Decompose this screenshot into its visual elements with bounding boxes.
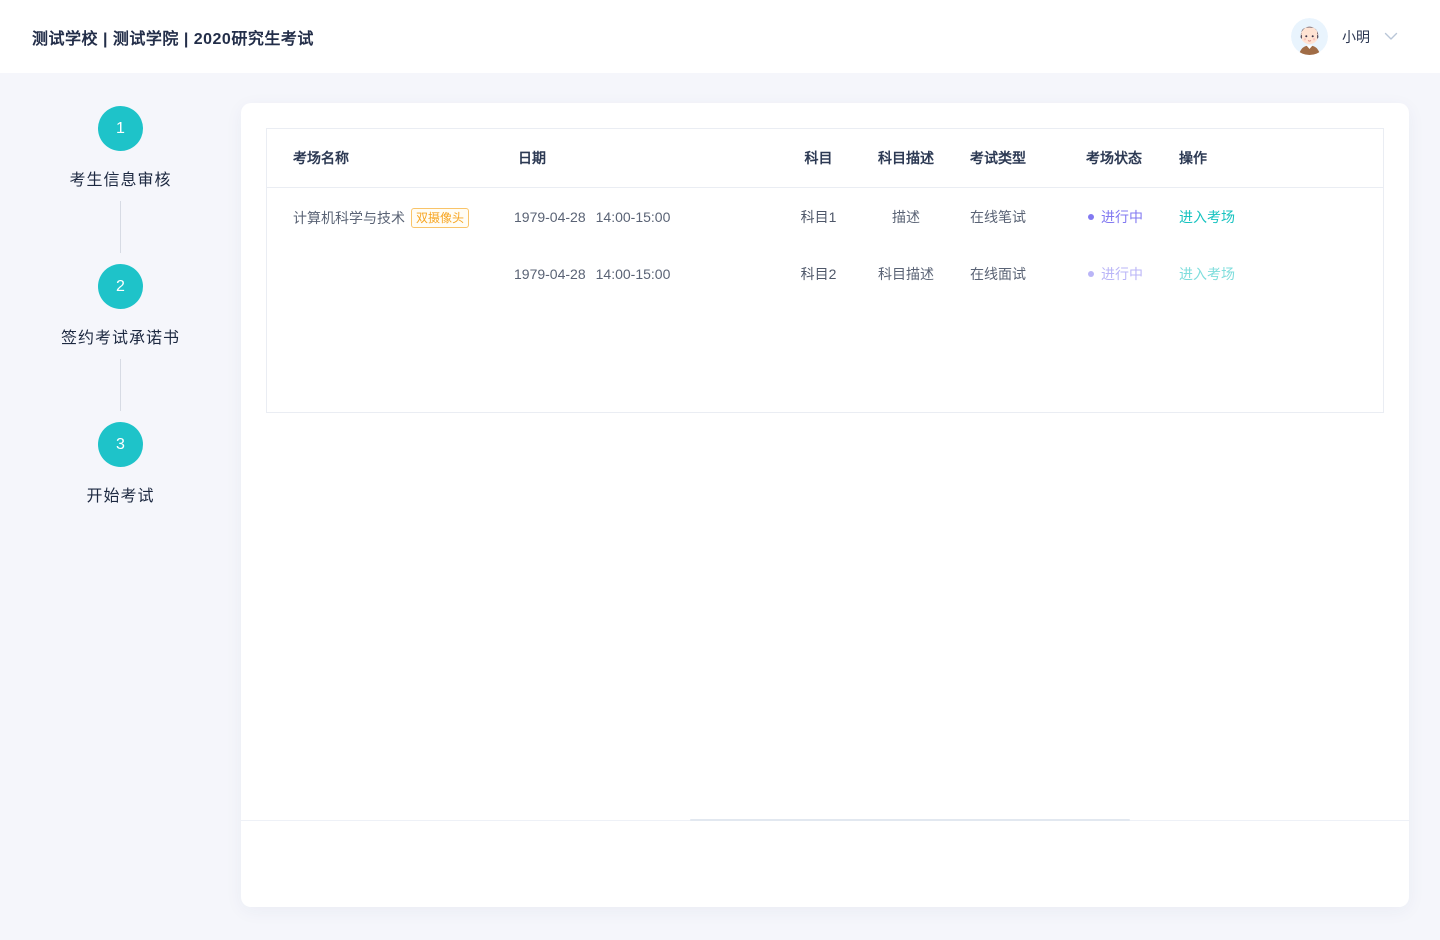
enter-exam-link[interactable]: 进入考场 <box>1179 209 1235 225</box>
subject: 科目2 <box>781 264 856 284</box>
column-header-action: 操作 <box>1169 148 1383 168</box>
exam-list-card: 考场名称 日期 科目 科目描述 考试类型 考场状态 操作 计算机科学与技术双摄像… <box>241 103 1409 907</box>
exam-type: 在线笔试 <box>956 207 1076 227</box>
horizontal-scrollbar-thumb[interactable] <box>690 819 1130 821</box>
exam-table: 考场名称 日期 科目 科目描述 考试类型 考场状态 操作 计算机科学与技术双摄像… <box>266 128 1384 413</box>
status-text: 进行中 <box>1101 264 1143 284</box>
session-date: 1979-04-28 14:00-15:00 <box>506 209 781 225</box>
session-row-1: 1979-04-28 14:00-15:00 科目1 描述 在线笔试 进行中 进… <box>506 188 1383 245</box>
user-name: 小明 <box>1342 27 1370 47</box>
status-badge: 进行中 <box>1076 264 1169 284</box>
status-dot-icon <box>1088 271 1094 277</box>
step-2-circle: 2 <box>98 264 143 309</box>
exam-type: 在线面试 <box>956 264 1076 284</box>
date-value: 1979-04-28 <box>514 266 586 282</box>
table-row: 计算机科学与技术双摄像头 1979-04-28 14:00-15:00 科目1 … <box>267 188 1383 302</box>
step-3-circle: 3 <box>98 422 143 467</box>
subject-desc: 描述 <box>856 207 956 227</box>
dual-camera-badge: 双摄像头 <box>411 208 469 228</box>
step-1-circle: 1 <box>98 106 143 151</box>
avatar-boy-icon <box>1291 18 1328 55</box>
step-3-label: 开始考试 <box>86 482 154 506</box>
action-cell: 进入考场 <box>1169 207 1383 227</box>
exam-table-header: 考场名称 日期 科目 科目描述 考试类型 考场状态 操作 <box>267 129 1383 188</box>
column-header-room-status: 考场状态 <box>1076 148 1169 168</box>
exam-room-name-cell: 计算机科学与技术双摄像头 <box>267 188 506 302</box>
column-header-subject-desc: 科目描述 <box>856 148 956 168</box>
chevron-down-icon <box>1384 32 1398 41</box>
subject: 科目1 <box>781 207 856 227</box>
status-badge: 进行中 <box>1076 207 1169 227</box>
session-date: 1979-04-28 14:00-15:00 <box>506 266 781 282</box>
app-header: 测试学校 | 测试学院 | 2020研究生考试 小明 <box>0 0 1440 73</box>
date-value: 1979-04-28 <box>514 209 586 225</box>
step-1: 1 考生信息审核 <box>69 106 171 190</box>
step-2: 2 签约考试承诺书 <box>61 264 180 348</box>
step-3: 3 开始考试 <box>86 422 154 506</box>
status-dot-icon <box>1088 214 1094 220</box>
page-title: 测试学校 | 测试学院 | 2020研究生考试 <box>32 25 314 49</box>
exam-room-name: 计算机科学与技术 <box>293 210 405 226</box>
status-text: 进行中 <box>1101 207 1143 227</box>
action-cell: 进入考场 <box>1169 264 1383 284</box>
step-1-label: 考生信息审核 <box>69 166 171 190</box>
column-header-exam-type: 考试类型 <box>956 148 1076 168</box>
avatar <box>1291 18 1328 55</box>
step-connector <box>120 359 121 411</box>
enter-exam-link[interactable]: 进入考场 <box>1179 266 1235 282</box>
subject-desc: 科目描述 <box>856 264 956 284</box>
step-2-label: 签约考试承诺书 <box>61 324 180 348</box>
user-menu[interactable]: 小明 <box>1291 18 1398 55</box>
time-value: 14:00-15:00 <box>596 209 671 225</box>
column-header-room-name: 考场名称 <box>267 148 506 168</box>
column-header-subject: 科目 <box>781 148 856 168</box>
session-list: 1979-04-28 14:00-15:00 科目1 描述 在线笔试 进行中 进… <box>506 188 1383 302</box>
column-header-date: 日期 <box>506 148 781 168</box>
exam-stepper: 1 考生信息审核 2 签约考试承诺书 3 开始考试 <box>0 73 241 506</box>
session-row-2: 1979-04-28 14:00-15:00 科目2 科目描述 在线面试 进行中… <box>506 245 1383 302</box>
time-value: 14:00-15:00 <box>596 266 671 282</box>
step-connector <box>120 201 121 253</box>
